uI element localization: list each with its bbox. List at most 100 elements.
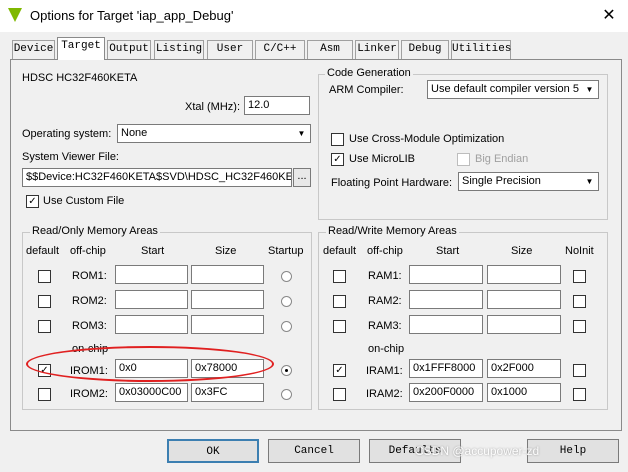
ram1-default-checkbox[interactable] <box>333 270 346 283</box>
rom1-start-input[interactable] <box>115 265 188 284</box>
tab-device[interactable]: Device <box>12 40 55 59</box>
device-name: HDSC HC32F460KETA <box>22 72 138 84</box>
rw-memory-title: Read/Write Memory Areas <box>326 225 459 237</box>
rom2-startup-radio[interactable] <box>281 296 292 307</box>
fp-hardware-value: Single Precision <box>462 175 541 187</box>
ram3-noinit-checkbox[interactable] <box>573 320 586 333</box>
iram1-default-checkbox[interactable]: ✓ <box>333 364 346 377</box>
ram3-label: RAM3: <box>368 320 402 332</box>
irom1-highlight-annotation <box>26 346 274 382</box>
tab-cc[interactable]: C/C++ <box>255 40 305 59</box>
rom1-startup-radio[interactable] <box>281 271 292 282</box>
svd-browse-button[interactable]: ... <box>293 168 311 187</box>
cancel-button[interactable]: Cancel <box>268 439 360 463</box>
help-button[interactable]: Help <box>527 439 619 463</box>
irom2-label: IROM2: <box>70 388 108 400</box>
ram3-size-input[interactable] <box>487 315 561 334</box>
svd-path-input[interactable]: $$Device:HC32F460KETA$SVD\HDSC_HC32F460K… <box>22 168 292 187</box>
ro-header-size: Size <box>215 245 237 257</box>
tab-debug[interactable]: Debug <box>401 40 449 59</box>
rw-header-offchip: off-chip <box>367 245 403 257</box>
rom2-size-input[interactable] <box>191 290 264 309</box>
os-select[interactable]: None ▼ <box>117 124 311 143</box>
irom2-size-input[interactable]: 0x3FC <box>191 383 264 402</box>
tab-linker[interactable]: Linker <box>355 40 399 59</box>
iram2-noinit-checkbox[interactable] <box>573 388 586 401</box>
chevron-down-icon: ▼ <box>585 177 594 186</box>
rw-header-size: Size <box>511 245 533 257</box>
ram1-start-input[interactable] <box>409 265 483 284</box>
iram1-size-input[interactable]: 0x2F000 <box>487 359 561 378</box>
tab-asm[interactable]: Asm <box>307 40 353 59</box>
fp-hardware-select[interactable]: Single Precision ▼ <box>458 172 599 191</box>
ro-header-start: Start <box>141 245 165 257</box>
microlib-label: Use MicroLIB <box>349 153 416 165</box>
use-custom-file-label: Use Custom File <box>43 195 125 207</box>
tab-listing[interactable]: Listing <box>154 40 204 59</box>
rom3-size-input[interactable] <box>191 315 264 334</box>
rom3-startup-radio[interactable] <box>281 321 292 332</box>
rw-onchip-label: on-chip <box>368 343 405 355</box>
big-endian-checkbox <box>457 153 470 166</box>
use-custom-file-checkbox[interactable]: ✓ <box>26 195 39 208</box>
window-title: Options for Target 'iap_app_Debug' <box>30 8 234 23</box>
iram2-label: IRAM2: <box>366 388 403 400</box>
ram1-label: RAM1: <box>368 270 402 282</box>
microlib-checkbox[interactable]: ✓ <box>331 153 344 166</box>
iram1-label: IRAM1: <box>366 365 403 377</box>
tab-user[interactable]: User <box>207 40 253 59</box>
rom1-size-input[interactable] <box>191 265 264 284</box>
ram3-start-input[interactable] <box>409 315 483 334</box>
arm-compiler-select[interactable]: Use default compiler version 5 ▼ <box>427 80 599 99</box>
os-label: Operating system: <box>22 128 112 140</box>
tab-target[interactable]: Target <box>57 37 105 60</box>
fp-hardware-label: Floating Point Hardware: <box>331 177 453 189</box>
xtal-label: Xtal (MHz): <box>185 101 240 113</box>
iram1-noinit-checkbox[interactable] <box>573 364 586 377</box>
ram3-default-checkbox[interactable] <box>333 320 346 333</box>
chevron-down-icon: ▼ <box>585 85 594 94</box>
ro-header-startup: Startup <box>268 245 304 257</box>
ram2-start-input[interactable] <box>409 290 483 309</box>
cross-module-label: Use Cross-Module Optimization <box>349 133 505 145</box>
rom3-default-checkbox[interactable] <box>38 320 51 333</box>
svd-label: System Viewer File: <box>22 151 119 163</box>
iram2-start-input[interactable]: 0x200F0000 <box>409 383 483 402</box>
rw-header-start: Start <box>436 245 460 257</box>
irom2-startup-radio[interactable] <box>281 389 292 400</box>
rw-header-noinit: NoInit <box>565 245 594 257</box>
ram2-label: RAM2: <box>368 295 402 307</box>
rom2-default-checkbox[interactable] <box>38 295 51 308</box>
rom1-default-checkbox[interactable] <box>38 270 51 283</box>
code-generation-title: Code Generation <box>325 67 413 79</box>
tab-utilities[interactable]: Utilities <box>451 40 511 59</box>
irom1-startup-radio[interactable] <box>281 365 292 376</box>
tab-output[interactable]: Output <box>107 40 151 59</box>
rom2-label: ROM2: <box>72 295 107 307</box>
big-endian-label: Big Endian <box>475 153 529 165</box>
arm-compiler-label: ARM Compiler: <box>329 84 404 96</box>
ro-memory-title: Read/Only Memory Areas <box>30 225 160 237</box>
ram2-noinit-checkbox[interactable] <box>573 295 586 308</box>
iram2-default-checkbox[interactable] <box>333 388 346 401</box>
close-button[interactable]: ✕ <box>598 6 620 26</box>
rw-header-default: default <box>323 245 357 257</box>
irom2-default-checkbox[interactable] <box>38 388 51 401</box>
iram1-start-input[interactable]: 0x1FFF8000 <box>409 359 483 378</box>
iram2-size-input[interactable]: 0x1000 <box>487 383 561 402</box>
watermark: CSDN @accupower-zd <box>415 444 540 458</box>
rom3-start-input[interactable] <box>115 315 188 334</box>
irom2-start-input[interactable]: 0x03000C00 <box>115 383 188 402</box>
rom1-label: ROM1: <box>72 270 107 282</box>
os-value: None <box>121 127 148 139</box>
ram2-default-checkbox[interactable] <box>333 295 346 308</box>
chevron-down-icon: ▼ <box>297 129 306 138</box>
xtal-input[interactable]: 12.0 <box>244 96 310 115</box>
cross-module-checkbox[interactable] <box>331 133 344 146</box>
ok-button[interactable]: OK <box>167 439 259 463</box>
ram1-noinit-checkbox[interactable] <box>573 270 586 283</box>
rom3-label: ROM3: <box>72 320 107 332</box>
rom2-start-input[interactable] <box>115 290 188 309</box>
ram1-size-input[interactable] <box>487 265 561 284</box>
ram2-size-input[interactable] <box>487 290 561 309</box>
